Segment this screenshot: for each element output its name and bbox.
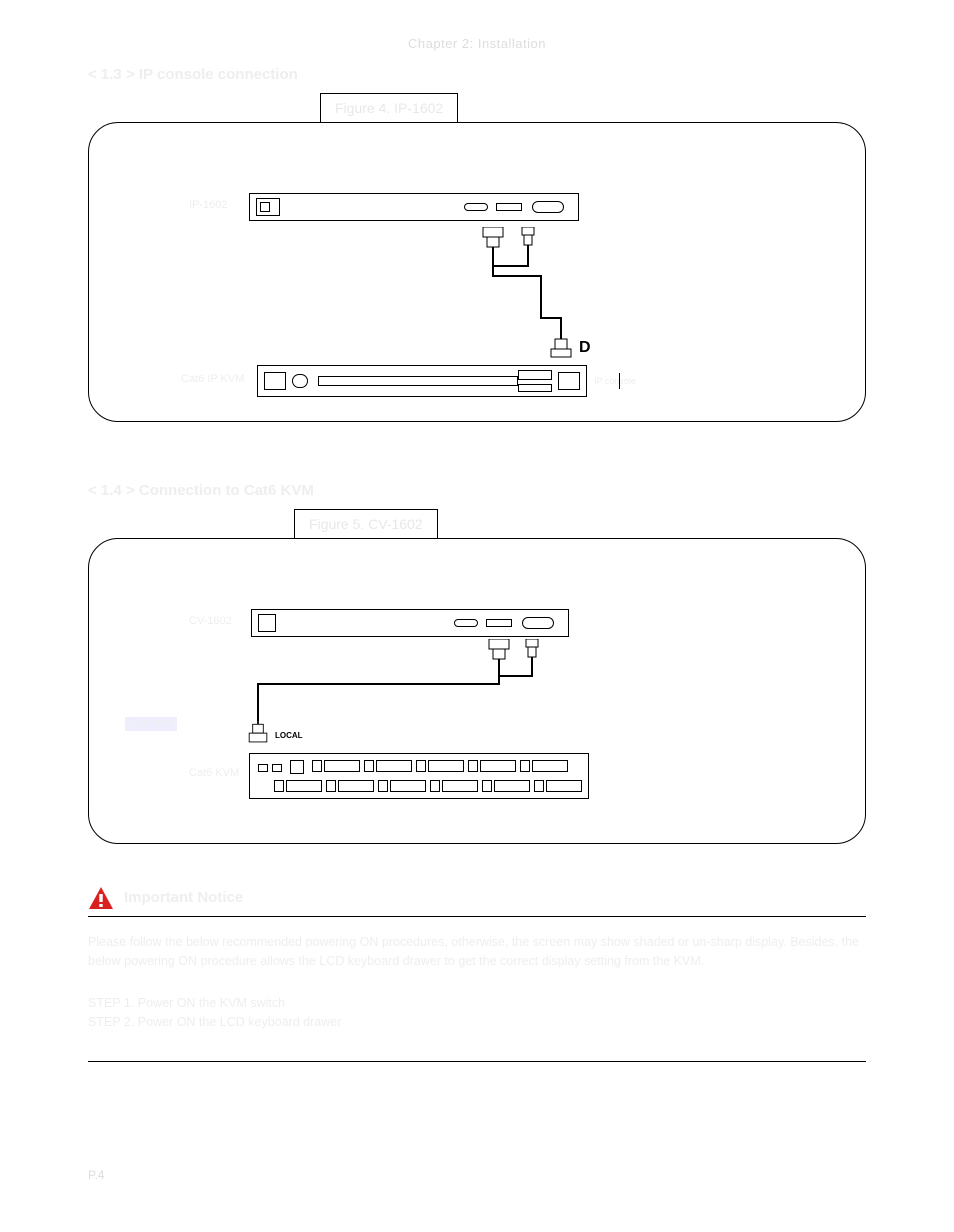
section1-title: < 1.3 > IP console connection xyxy=(88,66,866,83)
warning-heading: Important Notice xyxy=(124,886,243,906)
figure5-prefix: Figure 5. xyxy=(309,516,364,532)
device-ip1602 xyxy=(249,193,579,221)
ip-console-label: IP console xyxy=(594,376,636,386)
warning-step2: STEP 2. Power ON the LCD keyboard drawer xyxy=(88,1013,866,1032)
section2-title: < 1.4 > Connection to Cat6 KVM xyxy=(88,482,866,499)
warning-body: Please follow the below recommended powe… xyxy=(88,933,866,972)
device-cat6-kvm xyxy=(249,753,589,799)
db15-plug-icon-2 xyxy=(246,719,270,749)
section-2: < 1.4 > Connection to Cat6 KVM Figure 5.… xyxy=(88,482,866,844)
device-top-label-1: IP-1602 xyxy=(189,199,228,211)
square-port-icon xyxy=(290,760,304,774)
device-top-label-2: CV-1602 xyxy=(189,615,232,627)
sub-block-icon xyxy=(264,372,286,390)
diagram-2: CV-1602 LOCAL xyxy=(88,538,866,844)
divider-bottom xyxy=(88,1061,866,1062)
power-block-icon xyxy=(258,614,276,632)
section-1: < 1.3 > IP console connection Figure 4. … xyxy=(88,66,866,422)
db15-plug-icon xyxy=(549,333,573,363)
figure4-prefix: Figure 4. xyxy=(335,100,390,116)
device-bottom-label-1: Cat6 IP KVM xyxy=(181,373,244,385)
warning-block: Important Notice Please follow the below… xyxy=(88,886,866,1068)
figure4-text: IP-1602 xyxy=(394,100,443,116)
circle-port-icon xyxy=(292,374,308,388)
warning-step1: STEP 1. Power ON the KVM switch xyxy=(88,994,866,1013)
page-number: P.4 xyxy=(88,1168,104,1182)
power-module-icon xyxy=(256,198,280,216)
figure5-label: Figure 5. CV-1602 xyxy=(294,509,438,539)
figure4-label: Figure 4. IP-1602 xyxy=(320,93,458,123)
device-cv1602 xyxy=(251,609,569,637)
figure5-text: CV-1602 xyxy=(368,516,422,532)
diagram-1: IP-1602 D Cat6 IP xyxy=(88,122,866,422)
connector-d-label: D xyxy=(579,339,591,357)
local-port-text: LOCAL xyxy=(275,731,303,740)
alert-icon xyxy=(88,886,114,910)
device-cat6-ip-kvm xyxy=(257,365,587,397)
cascade-label: Cascade xyxy=(129,717,172,729)
page-header: Chapter 2: Installation xyxy=(0,36,954,51)
divider-top xyxy=(88,916,866,917)
device-bottom-label-2: Cat6 KVM xyxy=(189,767,239,779)
